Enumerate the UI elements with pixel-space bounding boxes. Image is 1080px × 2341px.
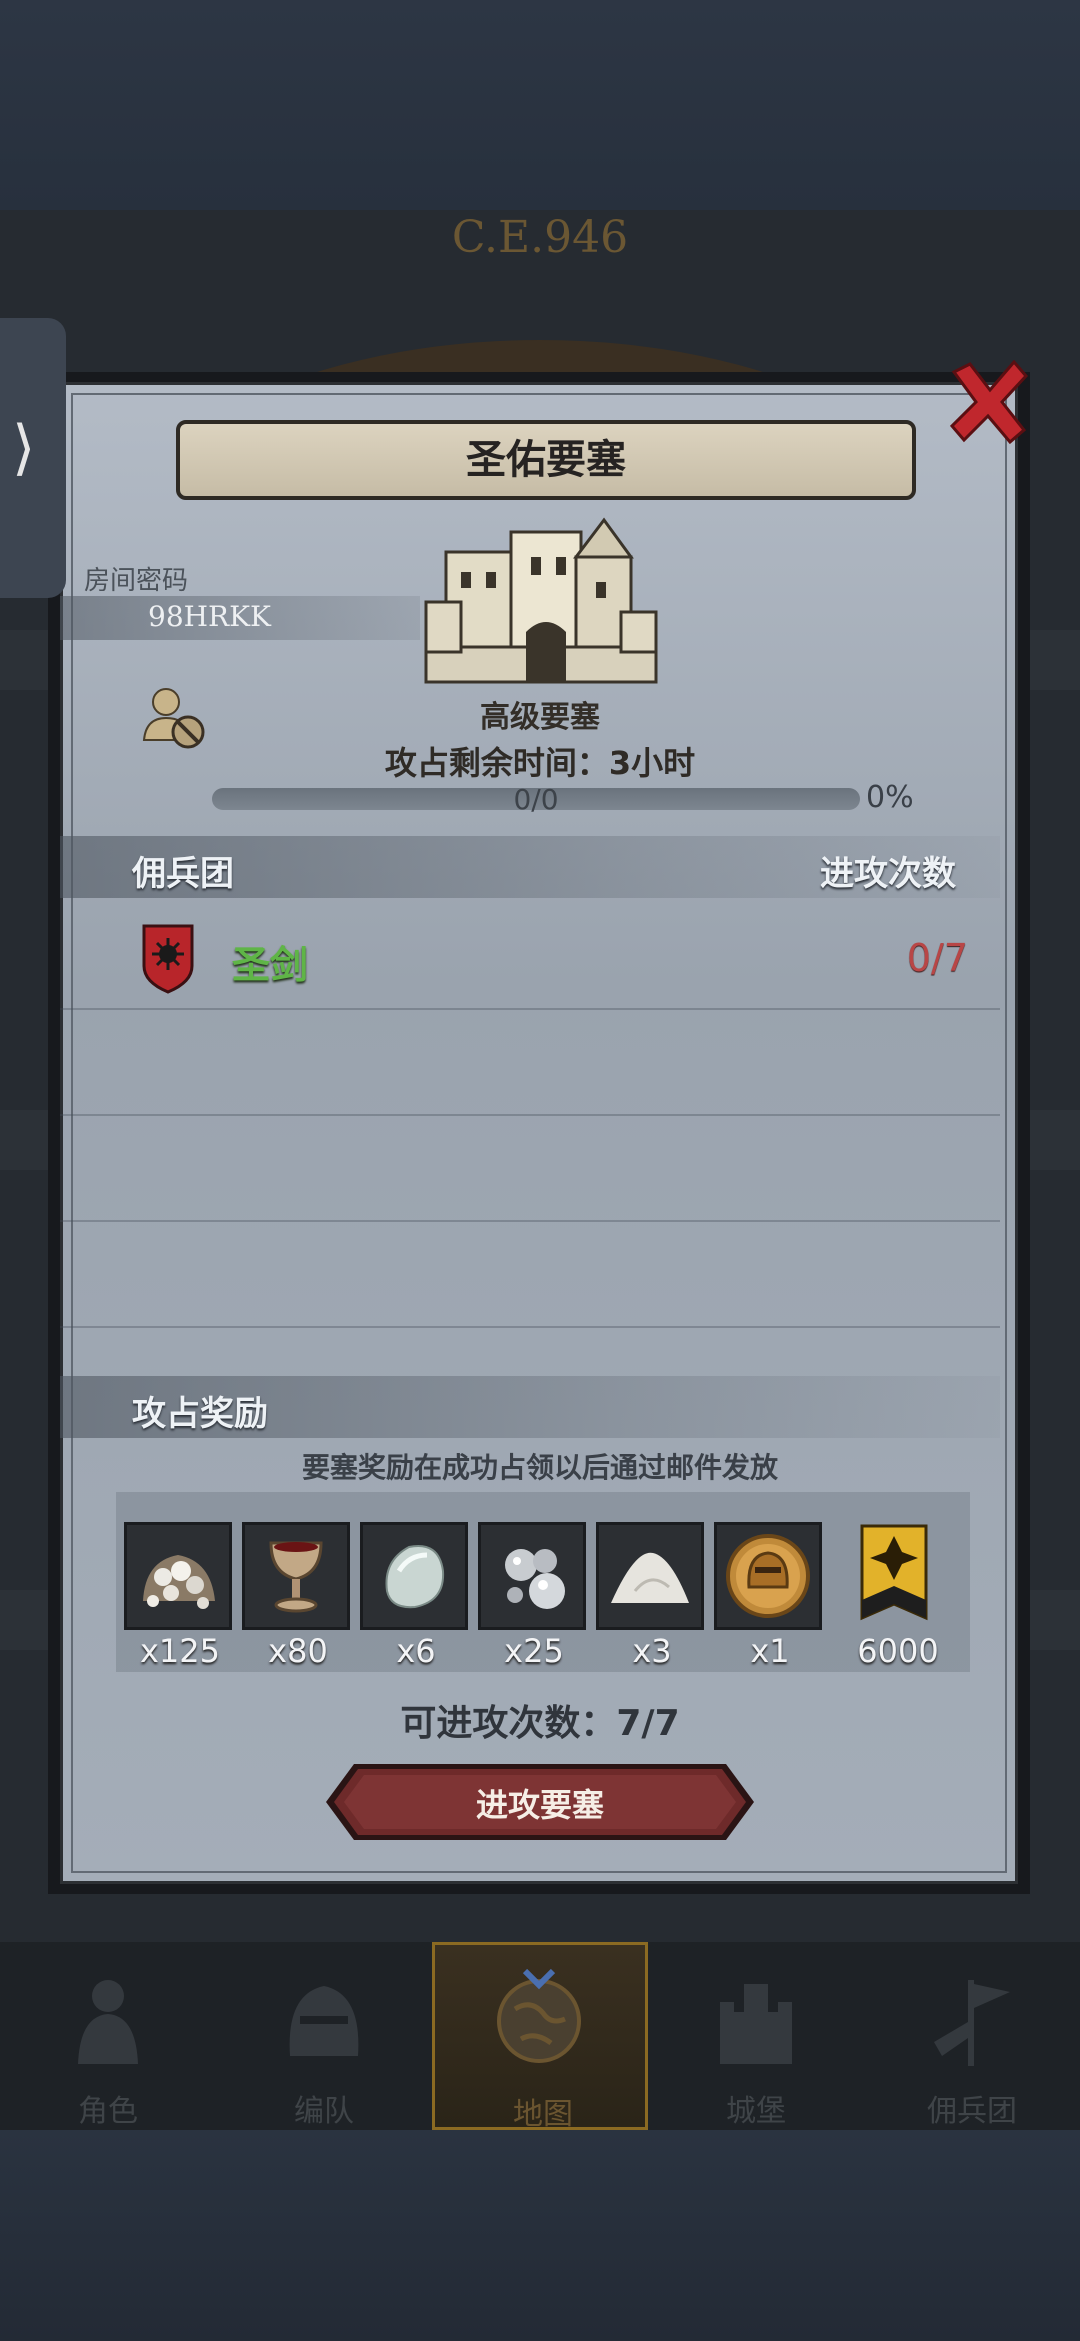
- nav-label: 角色: [78, 2094, 138, 2129]
- reward-section-header: 攻占奖励: [60, 1376, 1000, 1438]
- attack-count-header: 进攻次数: [820, 854, 956, 894]
- list-divider: [60, 1114, 1000, 1116]
- no-invite-user-icon[interactable]: [138, 682, 210, 754]
- time-label: 攻占剩余时间：: [384, 744, 609, 782]
- attempts-label: 可进攻次数：: [400, 1703, 617, 1744]
- honor-banner-icon: [860, 1524, 928, 1621]
- attack-button-label: 进攻要塞: [475, 1786, 604, 1824]
- bottom-band: [0, 2130, 1080, 2341]
- nav-item-mercenary[interactable]: 佣兵团: [864, 1942, 1080, 2130]
- reward-slot[interactable]: [360, 1522, 468, 1630]
- nav-item-map[interactable]: 地图: [432, 1942, 648, 2132]
- time-value: 3小时: [608, 744, 696, 782]
- room-code-label: 房间密码: [84, 566, 189, 596]
- reward-slot[interactable]: [124, 1522, 232, 1630]
- bottom-nav: 角色 编队 地图 城堡 佣兵团: [0, 1942, 1080, 2132]
- castle-nav-icon: [720, 1984, 792, 2064]
- reward-header: 攻占奖励: [132, 1394, 268, 1434]
- reward-slot[interactable]: [478, 1522, 586, 1630]
- mercury-drops-icon: [505, 1549, 565, 1609]
- reward-quantity: 6000: [857, 1632, 939, 1670]
- mercenary-section-header: 佣兵团 进攻次数: [60, 836, 1000, 898]
- mercenary-header: 佣兵团: [132, 854, 234, 894]
- room-code-value: 98HRKK: [148, 600, 271, 633]
- reward-slot[interactable]: [714, 1522, 822, 1630]
- reward-slot[interactable]: [596, 1522, 704, 1630]
- nav-item-character[interactable]: 角色: [0, 1942, 216, 2130]
- reward-slot[interactable]: [242, 1522, 350, 1630]
- salt-pile-icon: [611, 1552, 689, 1603]
- reward-quantity: x3: [632, 1632, 672, 1670]
- nav-item-formation[interactable]: 编队: [216, 1942, 432, 2130]
- reward-quantity: x25: [504, 1632, 564, 1670]
- capture-progress-bar: 0/0: [212, 783, 860, 816]
- attempts-value: 7/7: [616, 1703, 680, 1744]
- fortress-type: 高级要塞: [480, 700, 600, 735]
- knight-icon: [78, 1980, 138, 2064]
- globe-map-icon: [497, 1969, 581, 2063]
- list-divider: [60, 1326, 1000, 1328]
- mercenary-name: 圣剑: [232, 943, 309, 987]
- list-divider: [60, 1220, 1000, 1222]
- chevron-right-icon: ⟩: [12, 413, 36, 483]
- top-status-band: [0, 0, 1080, 210]
- helmet-icon: [289, 1986, 359, 2056]
- remaining-attempts: 可进攻次数：7/7: [300, 1694, 780, 1746]
- castle-icon: [424, 517, 658, 684]
- capture-time-remaining: 攻占剩余时间：3小时: [300, 738, 780, 784]
- reward-slot[interactable]: [854, 1522, 934, 1630]
- reward-quantity: x80: [268, 1632, 328, 1670]
- silver-ore-icon: [143, 1555, 215, 1609]
- close-icon[interactable]: [948, 360, 1028, 444]
- year-indicator: C.E.946: [451, 212, 629, 263]
- reward-quantity: x125: [139, 1632, 220, 1670]
- nav-item-castle[interactable]: 城堡: [648, 1942, 864, 2130]
- reward-quantity: x1: [750, 1632, 790, 1670]
- mercenary-shield-icon: [142, 924, 194, 994]
- mercenary-row[interactable]: 圣剑 0/7: [60, 908, 1000, 1004]
- progress-percent: 0%: [866, 780, 914, 815]
- fortress-title: 圣佑要塞: [176, 420, 916, 500]
- side-expand-tab[interactable]: ⟩: [0, 318, 66, 598]
- reward-note: 要塞奖励在成功占领以后通过邮件发放: [301, 1451, 778, 1484]
- nav-label: 编队: [294, 2094, 354, 2129]
- goblet-icon: [269, 1541, 323, 1613]
- golden-helmet-coin-icon: [726, 1534, 810, 1618]
- nav-label: 佣兵团: [927, 2094, 1017, 2129]
- nav-label: 城堡: [726, 2094, 786, 2129]
- attack-fortress-button[interactable]: 进攻要塞: [326, 1762, 754, 1842]
- gem-stone-icon: [385, 1545, 445, 1609]
- list-divider: [60, 1008, 1000, 1010]
- nav-label: 地图: [513, 2097, 573, 2132]
- progress-text: 0/0: [513, 783, 559, 816]
- mercenary-attack-count: 0/7: [906, 936, 968, 980]
- reward-quantity: x6: [396, 1632, 436, 1670]
- mercenary-flag-icon: [934, 1980, 1010, 2066]
